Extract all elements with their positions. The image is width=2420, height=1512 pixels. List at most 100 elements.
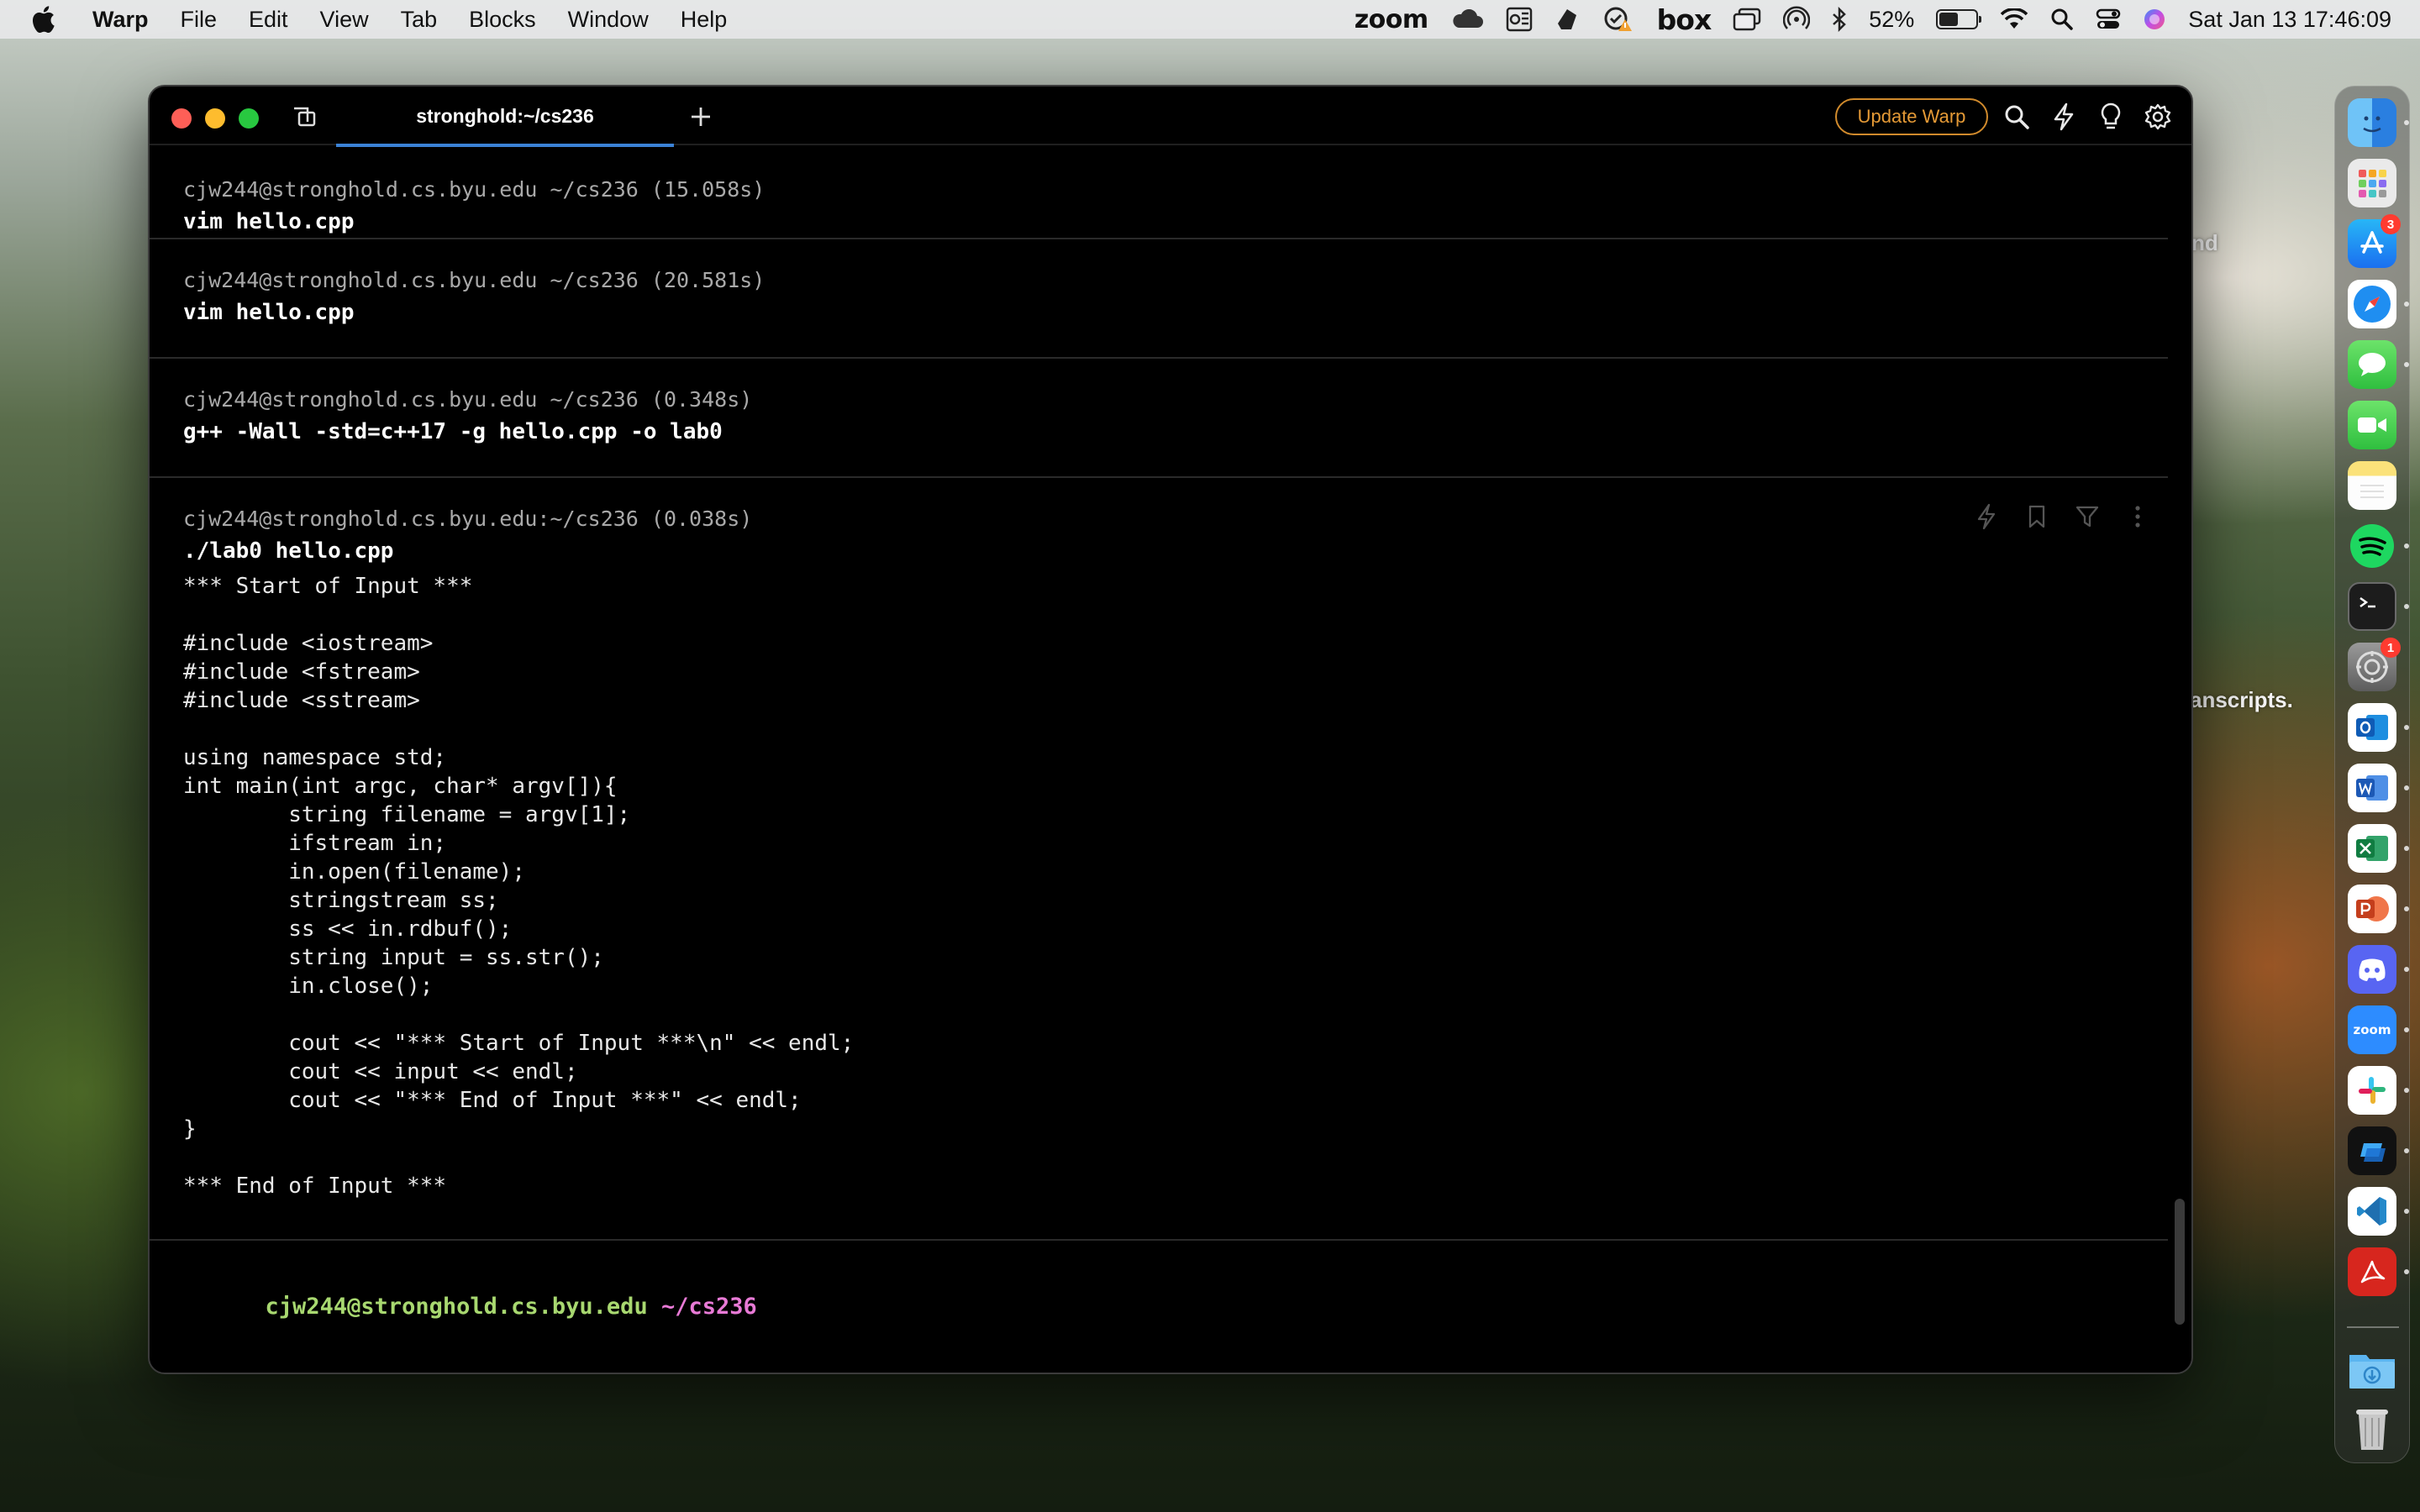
running-indicator [2404,1209,2409,1214]
prompt-path: ~/cs236 [660,1294,757,1320]
output-line: in.open(filename); [183,859,525,885]
input-prompt[interactable]: cjw244@stronghold.cs.byu.edu ~/cs236 [183,1268,757,1346]
block-command: g++ -Wall -std=c++17 -g hello.cpp -o lab… [183,419,723,444]
control-center-icon[interactable] [2096,0,2121,39]
zoom-app-icon[interactable]: zoom [2348,1005,2396,1054]
siri-icon[interactable] [2143,0,2166,39]
airdrop-icon[interactable] [1783,0,1811,39]
more-options-icon[interactable] [2124,503,2151,530]
battery-icon[interactable] [1936,0,1982,39]
minimize-window-button[interactable] [205,108,225,129]
slack-icon[interactable] [2348,1066,2396,1115]
block-metadata: cjw244@stronghold.cs.byu.edu ~/cs236 (15… [183,177,765,202]
sidebar-toggle-icon[interactable] [291,103,318,130]
spotlight-search-icon[interactable] [2050,0,2074,39]
search-icon[interactable] [2002,102,2032,132]
spotify-icon[interactable] [2348,522,2396,570]
command-block[interactable]: cjw244@stronghold.cs.byu.edu ~/cs236 (20… [150,239,2168,359]
powerpoint-icon[interactable] [2348,885,2396,933]
word-icon[interactable] [2348,764,2396,812]
filter-icon[interactable] [2074,503,2101,530]
notes-icon[interactable] [2348,461,2396,510]
menubar-clock[interactable]: Sat Jan 13 17:46:09 [2188,7,2391,33]
tab-stronghold[interactable]: stronghold:~/cs236 [336,87,674,147]
running-indicator [2404,1088,2409,1093]
trash-icon[interactable] [2348,1404,2396,1452]
block-lightning-icon[interactable] [1973,503,2000,530]
messages-icon[interactable] [2348,340,2396,389]
prompt-host: cjw244@stronghold.cs.byu.edu [265,1294,648,1320]
box-status-icon[interactable]: box [1657,0,1712,39]
output-line: string filename = argv[1]; [183,802,631,827]
menu-help[interactable]: Help [681,7,728,33]
cloud-icon[interactable] [1450,0,1484,39]
acrobat-icon[interactable] [2348,1247,2396,1296]
update-warp-button[interactable]: Update Warp [1835,98,1988,135]
running-indicator [2404,1269,2409,1274]
terminal-blocks-area[interactable]: cjw244@stronghold.cs.byu.edu ~/cs236 (15… [150,147,2191,1373]
excel-icon[interactable] [2348,824,2396,873]
apple-menu-icon[interactable] [30,5,71,34]
vscode-icon[interactable] [2348,1187,2396,1236]
running-indicator [2404,543,2409,549]
finder-icon[interactable] [2348,98,2396,147]
menu-file[interactable]: File [181,7,218,33]
discord-icon[interactable] [2348,945,2396,994]
close-window-button[interactable] [171,108,192,129]
terminal-app-icon[interactable] [2348,582,2396,631]
output-line: int main(int argc, char* argv[]){ [183,774,618,799]
command-block[interactable]: cjw244@stronghold.cs.byu.edu ~/cs236 (0.… [150,359,2168,478]
menu-view[interactable]: View [320,7,369,33]
settings-gear-icon[interactable] [2143,102,2173,132]
dock: 3 1 zoom [2334,86,2410,1463]
command-block-selected[interactable]: cjw244@stronghold.cs.byu.edu:~/cs236 (0.… [150,478,2168,1241]
block-command: ./lab0 hello.cpp [183,538,394,564]
facetime-icon[interactable] [2348,401,2396,449]
background-window-text: nd [2191,230,2218,255]
dock-separator [2347,1326,2399,1328]
menu-window[interactable]: Window [568,7,649,33]
bluetooth-icon[interactable] [1832,0,1847,39]
zoom-window-button[interactable] [239,108,259,129]
menu-tab[interactable]: Tab [401,7,438,33]
outlook-icon[interactable] [2348,703,2396,752]
status-menus: zoom box 52% Sat Jan 13 17:46:09 [1355,0,2391,39]
menu-bar: Warp File Edit View Tab Blocks Window He… [0,0,2420,39]
safari-icon[interactable] [2348,280,2396,328]
battery-percent: 52% [1869,6,1915,32]
bookmark-icon[interactable] [2023,503,2050,530]
wifi-icon[interactable] [2000,0,2028,39]
output-line: *** End of Input *** [183,1173,447,1199]
menu-edit[interactable]: Edit [249,7,288,33]
vertical-scrollbar[interactable] [2175,1199,2185,1325]
new-tab-plus-icon[interactable] [684,100,718,134]
command-output: *** Start of Input *** #include <iostrea… [183,572,854,1200]
warp-app-icon[interactable] [2348,1126,2396,1175]
command-block[interactable]: cjw244@stronghold.cs.byu.edu ~/cs236 (15… [150,147,2168,239]
downloads-folder-icon[interactable] [2348,1345,2396,1394]
block-command: vim hello.cpp [183,209,355,234]
lightbulb-icon[interactable] [2096,102,2126,132]
output-line: cout << "*** End of Input ***" << endl; [183,1088,802,1113]
block-command: vim hello.cpp [183,300,355,325]
running-indicator [2404,846,2409,851]
launchpad-icon[interactable] [2348,159,2396,207]
menu-app-name[interactable]: Warp [92,7,149,33]
shield-warning-icon[interactable] [1602,0,1635,39]
block-metadata: cjw244@stronghold.cs.byu.edu:~/cs236 (0.… [183,507,753,531]
app-store-badge: 3 [2381,214,2401,234]
screen-mirroring-icon[interactable] [1733,0,1761,39]
workflows-lightning-icon[interactable] [2049,102,2079,132]
output-line: #include <sstream> [183,688,420,713]
menu-blocks[interactable]: Blocks [469,7,536,33]
creative-cloud-icon[interactable] [1555,0,1580,39]
zoom-status-icon[interactable]: zoom [1355,0,1428,39]
running-indicator [2404,1027,2409,1032]
output-line: in.close(); [183,974,434,999]
output-line: #include <fstream> [183,659,420,685]
output-line: } [183,1116,197,1142]
outlook-status-icon[interactable] [1506,0,1533,39]
output-line: ss << in.rdbuf(); [183,916,513,942]
